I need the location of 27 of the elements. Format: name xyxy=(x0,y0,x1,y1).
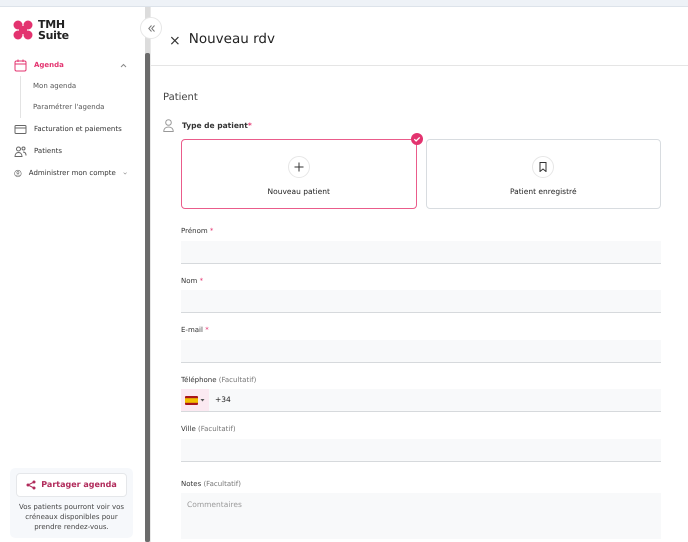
people-icon xyxy=(14,144,27,158)
caret-icon xyxy=(200,398,205,402)
collapse-button[interactable] xyxy=(140,17,162,39)
person-icon xyxy=(163,119,174,132)
share-icon xyxy=(26,480,36,490)
logo-icon xyxy=(13,20,35,40)
input-field[interactable] xyxy=(181,290,661,313)
scrollbar-thumb[interactable] xyxy=(145,53,150,542)
close-button[interactable]: × xyxy=(169,34,181,48)
country-selector[interactable] xyxy=(181,389,209,411)
section-title: Patient xyxy=(163,91,199,105)
input-field[interactable] xyxy=(181,240,661,264)
panel-title: Nouveau rdv xyxy=(188,30,275,49)
double-chevron-icon xyxy=(148,24,154,32)
chevron-icon xyxy=(120,62,127,68)
check-icon xyxy=(410,133,422,145)
logo-text: Suite xyxy=(38,30,69,40)
bookmark-icon xyxy=(539,162,548,172)
plus-icon xyxy=(294,162,304,172)
flag-icon xyxy=(185,396,198,404)
calendar-icon xyxy=(14,58,27,72)
logo-text: TMH xyxy=(38,18,66,30)
chevron-icon xyxy=(122,170,127,176)
input-field[interactable] xyxy=(181,340,661,362)
input-field[interactable] xyxy=(181,438,661,462)
card-icon xyxy=(14,122,27,136)
share-button[interactable]: Partager agenda xyxy=(16,472,127,497)
